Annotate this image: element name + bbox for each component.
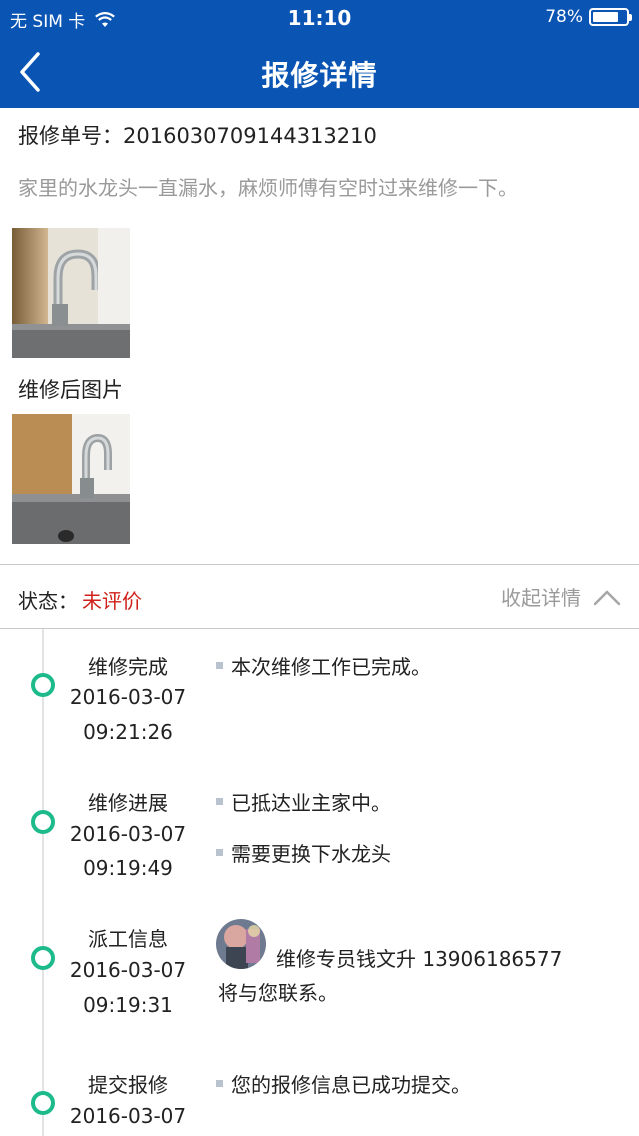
timeline-date: 2016-03-07: [69, 685, 187, 709]
timeline-note-text: 已抵达业主家中。: [231, 791, 391, 815]
battery-fill: [593, 12, 618, 22]
timeline-date: 2016-03-07: [69, 1104, 187, 1128]
timeline-time: 09:21:26: [83, 720, 173, 744]
order-number-value: 2016030709144313210: [123, 124, 377, 148]
timeline-note: 已抵达业主家中。: [216, 787, 391, 816]
repair-description: 家里的水龙头一直漏水，麻烦师傅有空时过来维修一下。: [18, 176, 518, 200]
faucet-photo-image: [12, 414, 130, 544]
timeline-title: 维修进展: [88, 791, 168, 815]
timeline-date: 2016-03-07: [69, 958, 187, 982]
order-number-label: 报修单号：: [18, 124, 123, 148]
page-title: 报修详情: [261, 59, 378, 92]
timeline-note-text: 您的报修信息已成功提交。: [231, 1073, 471, 1097]
technician-contact-note: 将与您联系。: [218, 981, 338, 1005]
after-photos-label: 维修后图片: [18, 378, 123, 402]
clock: 11:10: [287, 6, 352, 30]
timeline-dot-icon: [31, 810, 55, 834]
timeline-note: 您的报修信息已成功提交。: [216, 1069, 471, 1098]
avatar-image: [216, 919, 266, 969]
repair-photo-after[interactable]: [12, 414, 130, 544]
battery-indicator: 78%: [545, 7, 632, 27]
collapse-details-label: 收起详情: [501, 586, 581, 610]
faucet-photo-image: [12, 228, 130, 358]
timeline-note-text: 需要更换下水龙头: [231, 842, 391, 866]
timeline-time: 09:19:49: [83, 856, 173, 880]
timeline-title: 派工信息: [88, 927, 168, 951]
timeline-time: 09:19:31: [83, 993, 173, 1017]
nav-bar: 报修详情: [0, 36, 639, 108]
battery-icon: [589, 8, 632, 26]
timeline-dot-icon: [31, 1091, 55, 1115]
timeline-note-text: 本次维修工作已完成。: [231, 655, 431, 679]
bullet-icon: [216, 1080, 223, 1087]
collapse-details-button[interactable]: 收起详情: [501, 582, 621, 611]
bullet-icon: [216, 798, 223, 805]
timeline-note: 本次维修工作已完成。: [216, 651, 431, 680]
timeline-line: [42, 629, 44, 1136]
timeline-dot-icon: [31, 946, 55, 970]
status-bar: 无 SIM 卡 11:10 78%: [0, 0, 639, 36]
bullet-icon: [216, 849, 223, 856]
timeline-title: 提交报修: [88, 1073, 168, 1097]
status-row: 状态： 未评价 收起详情: [0, 565, 639, 629]
bullet-icon: [216, 662, 223, 669]
timeline-dot-icon: [31, 673, 55, 697]
timeline-date: 2016-03-07: [69, 822, 187, 846]
timeline-note: 需要更换下水龙头: [216, 838, 391, 867]
status-value: 未评价: [82, 589, 142, 613]
technician-contact: 维修专员钱文升 13906186577: [276, 947, 563, 971]
repair-photo-before[interactable]: [12, 228, 130, 358]
progress-timeline: 维修完成 2016-03-07 09:21:26 本次维修工作已完成。 维修进展…: [0, 629, 639, 1136]
technician-avatar[interactable]: [216, 919, 266, 969]
order-number-row: 报修单号：2016030709144313210: [18, 120, 377, 150]
chevron-up-icon: [593, 590, 621, 605]
timeline-title: 维修完成: [88, 655, 168, 679]
status-label: 状态：: [18, 589, 78, 613]
battery-percent: 78%: [545, 7, 583, 27]
